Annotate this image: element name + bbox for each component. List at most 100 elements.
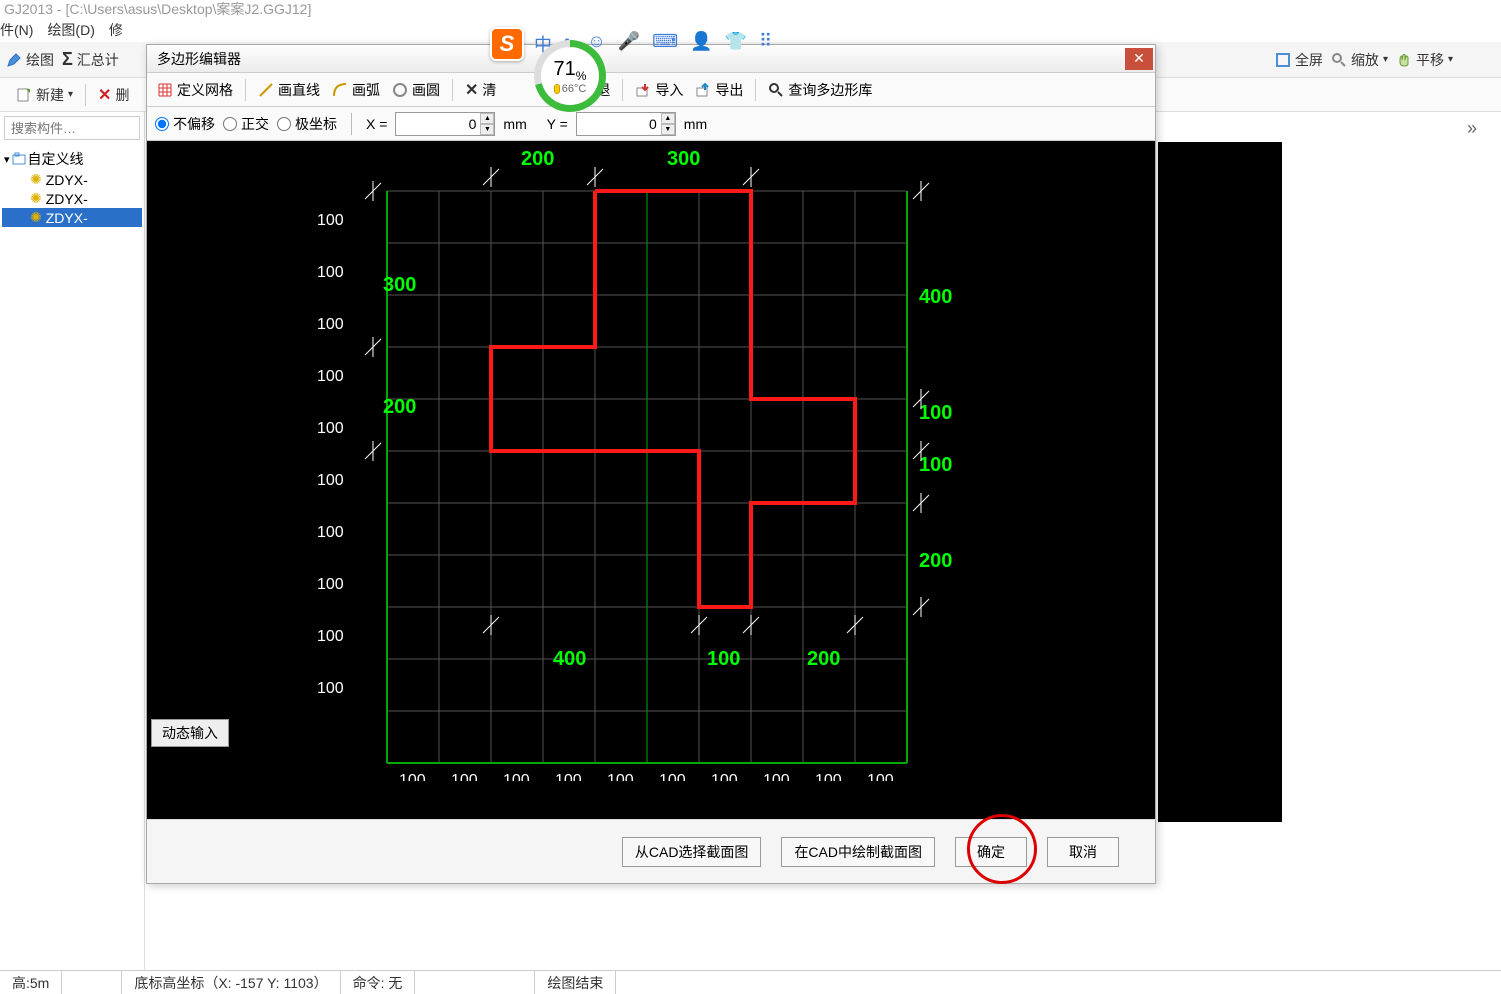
- dialog-button-row: 从CAD选择截面图 在CAD中绘制截面图 确定 取消: [147, 819, 1155, 883]
- svg-text:100: 100: [763, 772, 790, 781]
- svg-text:300: 300: [383, 274, 416, 296]
- export-button[interactable]: 导出: [691, 78, 747, 102]
- import-button[interactable]: 导入: [631, 78, 687, 102]
- dialog-title: 多边形编辑器: [157, 49, 241, 69]
- y-label: Y =: [547, 116, 568, 132]
- gear-icon: ✺: [30, 190, 42, 207]
- svg-text:100: 100: [317, 576, 344, 593]
- ime-skin-icon[interactable]: 👕: [725, 31, 747, 57]
- status-draw-end: 绘图结束: [535, 971, 616, 994]
- no-offset-radio[interactable]: 不偏移: [155, 114, 215, 134]
- draw-arc-button[interactable]: 画弧: [328, 78, 384, 102]
- coord-bar: 不偏移 正交 极坐标 X = ▲▼ mm Y = ▲▼ mm: [147, 107, 1155, 141]
- dynamic-input-button[interactable]: 动态输入: [151, 719, 229, 747]
- clear-button[interactable]: ✕ 清: [461, 78, 500, 102]
- new-button[interactable]: 新建 ▾: [10, 83, 79, 107]
- menu-file[interactable]: 件(N): [0, 18, 33, 42]
- svg-text:100: 100: [317, 628, 344, 645]
- dialog-toolbar: 定义网格 画直线 画弧 画圆 ✕ 清 回退 导入: [147, 73, 1155, 107]
- svg-text:200: 200: [383, 396, 416, 418]
- magnifier-icon: [1331, 52, 1347, 68]
- y-spin-down[interactable]: ▼: [661, 124, 675, 135]
- tree-root[interactable]: ▾ 自定义线: [2, 148, 142, 170]
- ok-button[interactable]: 确定: [955, 837, 1027, 867]
- folder-icon: [12, 152, 26, 166]
- svg-text:400: 400: [553, 648, 586, 670]
- polygon-canvas[interactable]: 100 100 100 100 100 100 100 100 100 100 100 100 100…: [147, 141, 1155, 819]
- gear-icon: ✺: [30, 209, 42, 226]
- window-title: GJ2013 - [C:\Users\asus\Desktop\案案J2.GGJ…: [0, 0, 1501, 18]
- menu-draw[interactable]: 绘图(D): [47, 18, 94, 42]
- svg-text:100: 100: [555, 772, 582, 781]
- svg-text:100: 100: [317, 368, 344, 385]
- svg-text:400: 400: [919, 286, 952, 308]
- tree-item-selected[interactable]: ✺ZDYX-: [2, 208, 142, 227]
- ime-grid-icon[interactable]: ⠿: [759, 31, 772, 57]
- draw-circle-button[interactable]: 画圆: [388, 78, 444, 102]
- svg-text:200: 200: [521, 148, 554, 170]
- ime-toolbar: S 中 •, ☺ 🎤 ⌨ 👤 👕 ⠿: [490, 26, 772, 62]
- ime-person-icon[interactable]: 👤: [690, 31, 712, 57]
- system-widget[interactable]: 71% 66°C: [534, 40, 606, 112]
- svg-text:100: 100: [503, 772, 530, 781]
- svg-text:100: 100: [317, 212, 344, 229]
- cancel-button[interactable]: 取消: [1047, 837, 1119, 867]
- tree-item[interactable]: ✺ZDYX-: [2, 189, 142, 208]
- menu-modify[interactable]: 修: [109, 18, 123, 42]
- close-button[interactable]: ✕: [1125, 48, 1153, 70]
- ime-keyboard-icon[interactable]: ⌨: [652, 31, 678, 57]
- draw-line-button[interactable]: 画直线: [254, 78, 324, 102]
- x-spin-down[interactable]: ▼: [480, 124, 494, 135]
- svg-text:300: 300: [667, 148, 700, 170]
- ime-mic-icon[interactable]: 🎤: [618, 31, 640, 57]
- hand-icon: [1396, 52, 1412, 68]
- search-library-button[interactable]: 查询多边形库: [764, 78, 876, 102]
- gear-icon: ✺: [30, 171, 42, 188]
- sum-button[interactable]: Σ 汇总计: [62, 49, 119, 70]
- component-tree[interactable]: ▾ 自定义线 ✺ZDYX- ✺ZDYX- ✺ZDYX-: [0, 144, 144, 976]
- svg-text:100: 100: [317, 524, 344, 541]
- y-spin-up[interactable]: ▲: [661, 113, 675, 124]
- polar-radio[interactable]: 极坐标: [277, 114, 337, 134]
- chevron-right-icon[interactable]: »: [1467, 118, 1477, 139]
- svg-text:100: 100: [707, 648, 740, 670]
- in-cad-button[interactable]: 在CAD中绘制截面图: [781, 837, 935, 867]
- unit-label: mm: [684, 116, 707, 132]
- svg-text:100: 100: [919, 402, 952, 424]
- sogou-icon[interactable]: S: [490, 27, 524, 61]
- arc-icon: [332, 82, 348, 98]
- search-input[interactable]: [4, 116, 140, 140]
- pan-button[interactable]: 平移 ▾: [1396, 50, 1453, 70]
- canvas-svg: 100 100 100 100 100 100 100 100 100 100 100 100 100…: [147, 141, 1155, 781]
- circle-icon: [392, 82, 408, 98]
- status-coords: 底标高坐标（X: -157 Y: 1103）: [122, 971, 340, 994]
- draw-button[interactable]: 绘图: [6, 50, 54, 70]
- secondary-viewport: [1158, 142, 1282, 822]
- svg-text:100: 100: [317, 316, 344, 333]
- tree-item[interactable]: ✺ZDYX-: [2, 170, 142, 189]
- status-bar: 高:5m 底标高坐标（X: -157 Y: 1103） 命令: 无 绘图结束: [0, 970, 1501, 994]
- define-grid-button[interactable]: 定义网格: [153, 78, 237, 102]
- fullscreen-icon: [1275, 52, 1291, 68]
- grid-icon: [157, 82, 173, 98]
- ortho-radio[interactable]: 正交: [223, 114, 269, 134]
- svg-text:100: 100: [317, 680, 344, 697]
- svg-text:100: 100: [867, 772, 894, 781]
- delete-button[interactable]: ✕ 删: [92, 83, 135, 107]
- status-height: 高:5m: [0, 971, 62, 994]
- new-icon: [16, 87, 32, 103]
- pencil-icon: [6, 52, 22, 68]
- svg-text:100: 100: [451, 772, 478, 781]
- svg-text:100: 100: [317, 264, 344, 281]
- svg-text:100: 100: [317, 420, 344, 437]
- svg-text:200: 200: [807, 648, 840, 670]
- zoom-button[interactable]: 缩放 ▾: [1331, 50, 1388, 70]
- fullscreen-button[interactable]: 全屏: [1275, 50, 1323, 70]
- from-cad-button[interactable]: 从CAD选择截面图: [622, 837, 762, 867]
- magnifier-icon: [768, 82, 784, 98]
- left-panel: ▾ 自定义线 ✺ZDYX- ✺ZDYX- ✺ZDYX-: [0, 112, 145, 976]
- x-spin-up[interactable]: ▲: [480, 113, 494, 124]
- clear-icon: ✕: [465, 80, 478, 100]
- svg-text:200: 200: [919, 550, 952, 572]
- svg-text:100: 100: [317, 472, 344, 489]
